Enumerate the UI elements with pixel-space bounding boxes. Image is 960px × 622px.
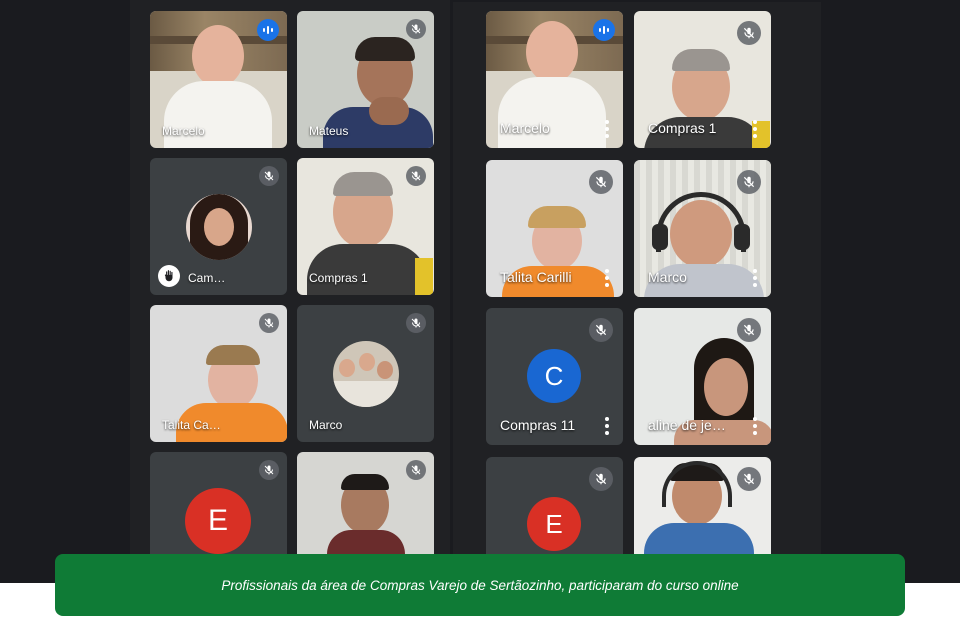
participant-tile[interactable]: E — [486, 457, 623, 564]
more-options-icon[interactable] — [605, 417, 609, 435]
participant-tile[interactable]: Talita Ca… — [150, 305, 287, 442]
mic-off-icon — [589, 467, 613, 491]
participant-name: Mateus — [309, 124, 349, 138]
participant-tile[interactable]: E — [150, 452, 287, 562]
mic-off-icon — [259, 313, 279, 333]
participant-name: Marco — [309, 418, 343, 432]
participant-name: aline de je… — [648, 417, 726, 433]
more-options-icon[interactable] — [753, 269, 757, 287]
mic-off-icon — [737, 21, 761, 45]
participant-tile[interactable]: Cam… — [150, 158, 287, 295]
more-options-icon[interactable] — [753, 120, 757, 138]
mic-off-icon — [406, 313, 426, 333]
mic-off-icon — [737, 467, 761, 491]
participant-tile[interactable]: Marcelo — [150, 11, 287, 148]
participant-tile[interactable]: Marco — [297, 305, 434, 442]
mic-off-icon — [406, 19, 426, 39]
participant-tile[interactable] — [634, 457, 771, 564]
mic-off-icon — [589, 170, 613, 194]
right-meet-grid: Marcelo Compras 1 Talita Carilli Marco C — [453, 2, 821, 585]
participant-name: Marco — [648, 269, 687, 285]
more-options-icon[interactable] — [605, 120, 609, 138]
left-meet-grid: Marcelo Mateus Cam… Compras 1 Talita Ca… — [130, 0, 450, 583]
mic-off-icon — [589, 318, 613, 342]
participant-name: Talita Ca… — [162, 418, 221, 432]
raised-hand-icon — [158, 265, 180, 287]
speaking-indicator-icon — [593, 19, 615, 41]
mic-off-icon — [737, 318, 761, 342]
participant-tile[interactable]: Mateus — [297, 11, 434, 148]
participant-name: Marcelo — [162, 124, 205, 138]
participant-avatar — [186, 194, 252, 260]
participant-tile[interactable]: Marcelo — [486, 11, 623, 148]
mic-off-icon — [259, 460, 279, 480]
mic-off-icon — [737, 170, 761, 194]
participant-tile[interactable]: Talita Carilli — [486, 160, 623, 297]
participant-tile[interactable]: Compras 1 — [297, 158, 434, 295]
participant-name: Compras 1 — [309, 271, 368, 285]
participant-name: Compras 1 — [648, 120, 717, 136]
mic-off-icon — [406, 166, 426, 186]
participant-tile[interactable]: C Compras 11 — [486, 308, 623, 445]
participant-initial-avatar: C — [527, 349, 581, 403]
participant-initial-avatar: E — [185, 488, 251, 554]
participant-initial-avatar: E — [527, 497, 581, 551]
more-options-icon[interactable] — [753, 417, 757, 435]
participant-tile[interactable]: Compras 1 — [634, 11, 771, 148]
caption-banner: Profissionais da área de Compras Varejo … — [55, 554, 905, 616]
caption-text: Profissionais da área de Compras Varejo … — [221, 577, 739, 593]
participant-tile[interactable]: aline de je… — [634, 308, 771, 445]
speaking-indicator-icon — [257, 19, 279, 41]
participant-tile[interactable] — [297, 452, 434, 562]
participant-avatar — [333, 341, 399, 407]
participant-name: Compras 11 — [500, 417, 576, 433]
participant-name: Talita Carilli — [500, 269, 572, 285]
participant-name: Marcelo — [500, 120, 550, 136]
mic-off-icon — [259, 166, 279, 186]
participant-tile[interactable]: Marco — [634, 160, 771, 297]
mic-off-icon — [406, 460, 426, 480]
more-options-icon[interactable] — [605, 269, 609, 287]
participant-name: Cam… — [188, 271, 226, 285]
